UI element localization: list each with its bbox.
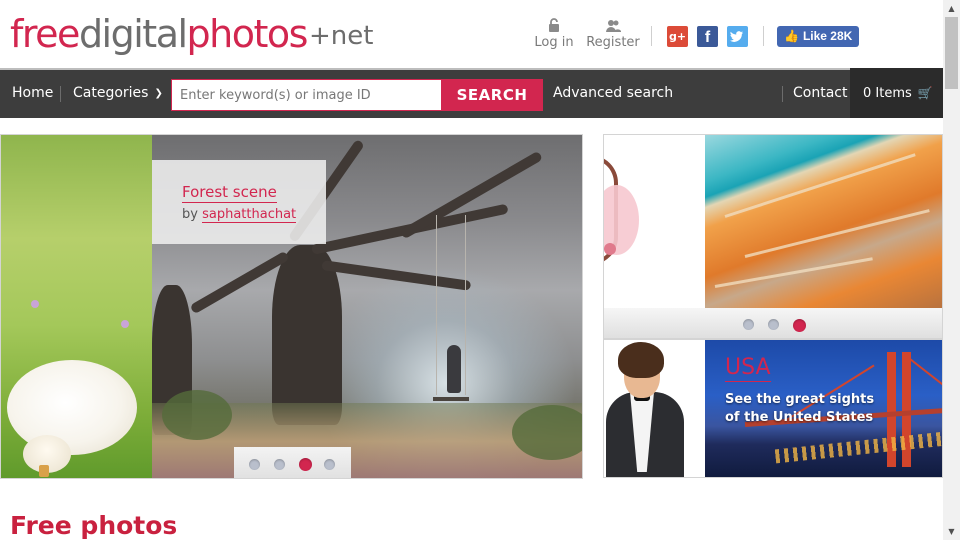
slider-dot-4[interactable] xyxy=(324,459,335,470)
logo-text-net: +net xyxy=(308,21,374,51)
login-link[interactable]: Log in xyxy=(534,18,574,50)
chick-photo[interactable] xyxy=(1,135,152,478)
nav-contact[interactable]: Contact xyxy=(793,85,847,102)
man-hair xyxy=(618,342,664,378)
slider-dot-1[interactable] xyxy=(249,459,260,470)
header-divider xyxy=(763,26,764,46)
usa-subtitle: See the great sights of the United State… xyxy=(725,392,875,425)
facebook-like-button[interactable]: 👍 Like 28K xyxy=(777,26,859,47)
nav-divider xyxy=(782,86,783,102)
main-nav: Home Categories❯ SEARCH Advanced search … xyxy=(0,68,943,118)
categories-label: Categories xyxy=(73,85,149,101)
logo-text-photos: photos xyxy=(186,12,309,56)
slider-dot-3[interactable] xyxy=(299,458,312,471)
side-slider-dot-3[interactable] xyxy=(793,319,806,332)
nav-categories[interactable]: Categories ❯ xyxy=(73,85,163,103)
cart-button[interactable]: 0 Items 🛒 xyxy=(850,68,943,118)
side-slider-top[interactable] xyxy=(603,134,943,339)
bush xyxy=(512,405,582,460)
side-slider-dot-2[interactable] xyxy=(768,319,779,330)
side-slider-pagination xyxy=(604,308,942,338)
bridge-cable xyxy=(909,358,942,397)
register-link[interactable]: Register xyxy=(586,18,640,50)
terrain-streak xyxy=(744,209,930,258)
nav-home[interactable]: Home xyxy=(12,85,53,102)
page-scrollbar[interactable]: ▲ ▼ xyxy=(943,0,960,540)
cartoon-flower xyxy=(604,243,616,255)
search-button[interactable]: SEARCH xyxy=(441,79,543,111)
aerial-beach-photo[interactable] xyxy=(705,135,942,308)
terrain-streak xyxy=(724,153,916,218)
facebook-icon[interactable]: f xyxy=(697,26,718,47)
scroll-thumb[interactable] xyxy=(945,17,958,89)
by-label: by xyxy=(182,207,198,222)
featured-slider[interactable]: Forest scene by saphatthachat xyxy=(0,134,583,479)
bush xyxy=(162,390,232,440)
like-label: Like 28K xyxy=(802,29,853,43)
thumbs-up-icon: 👍 xyxy=(784,29,799,43)
nav-divider xyxy=(60,86,61,102)
header-divider xyxy=(651,26,652,46)
city-lights xyxy=(774,430,942,464)
swing-seat xyxy=(433,397,469,401)
tree-branch xyxy=(399,150,544,240)
cart-label: 0 Items xyxy=(863,86,912,101)
scroll-down-arrow-icon[interactable]: ▼ xyxy=(943,523,960,540)
chick-beak xyxy=(39,465,49,477)
lock-icon xyxy=(549,18,559,32)
flower-decor xyxy=(121,320,129,328)
swing-rope xyxy=(436,215,437,395)
tree-branch xyxy=(321,260,472,291)
chevron-down-icon: ❯ xyxy=(154,88,163,99)
usa-title-link[interactable]: USA xyxy=(725,354,771,382)
slide-author-link[interactable]: saphatthachat xyxy=(202,207,297,223)
site-logo[interactable]: freedigitalphotos+net xyxy=(10,12,373,61)
swing-rope xyxy=(465,215,466,395)
side-slider-dot-1[interactable] xyxy=(743,319,754,330)
man-in-tuxedo-photo[interactable] xyxy=(604,340,705,477)
site-header: freedigitalphotos+net Log in Register g+… xyxy=(0,0,943,68)
twitter-icon[interactable] xyxy=(727,26,748,47)
free-photos-heading: Free photos xyxy=(10,511,178,540)
search-bar: SEARCH xyxy=(171,79,543,111)
slide-caption: Forest scene by saphatthachat xyxy=(152,160,326,244)
terrain-streak xyxy=(714,257,873,288)
tree-trunk xyxy=(272,245,342,425)
twitter-bird-icon xyxy=(730,31,743,42)
flower-decor xyxy=(31,300,39,308)
slider-pagination xyxy=(234,447,351,478)
slider-dot-2[interactable] xyxy=(274,459,285,470)
cart-icon: 🛒 xyxy=(917,86,933,100)
login-label: Log in xyxy=(534,35,574,50)
advanced-search-link[interactable]: Advanced search xyxy=(553,85,673,102)
logo-text-free: free xyxy=(10,12,80,56)
search-input[interactable] xyxy=(171,79,443,111)
slide-author-line: by saphatthachat xyxy=(182,207,326,223)
users-icon xyxy=(606,20,621,32)
side-slider-bottom[interactable]: USA See the great sights of the United S… xyxy=(603,339,943,478)
girl-figure xyxy=(447,345,461,393)
chick-body xyxy=(7,360,137,455)
scroll-up-arrow-icon[interactable]: ▲ xyxy=(943,0,960,17)
register-label: Register xyxy=(586,35,640,50)
slide-title-link[interactable]: Forest scene xyxy=(182,183,277,203)
logo-text-digital: digital xyxy=(78,12,188,56)
google-plus-icon[interactable]: g+ xyxy=(667,26,688,47)
